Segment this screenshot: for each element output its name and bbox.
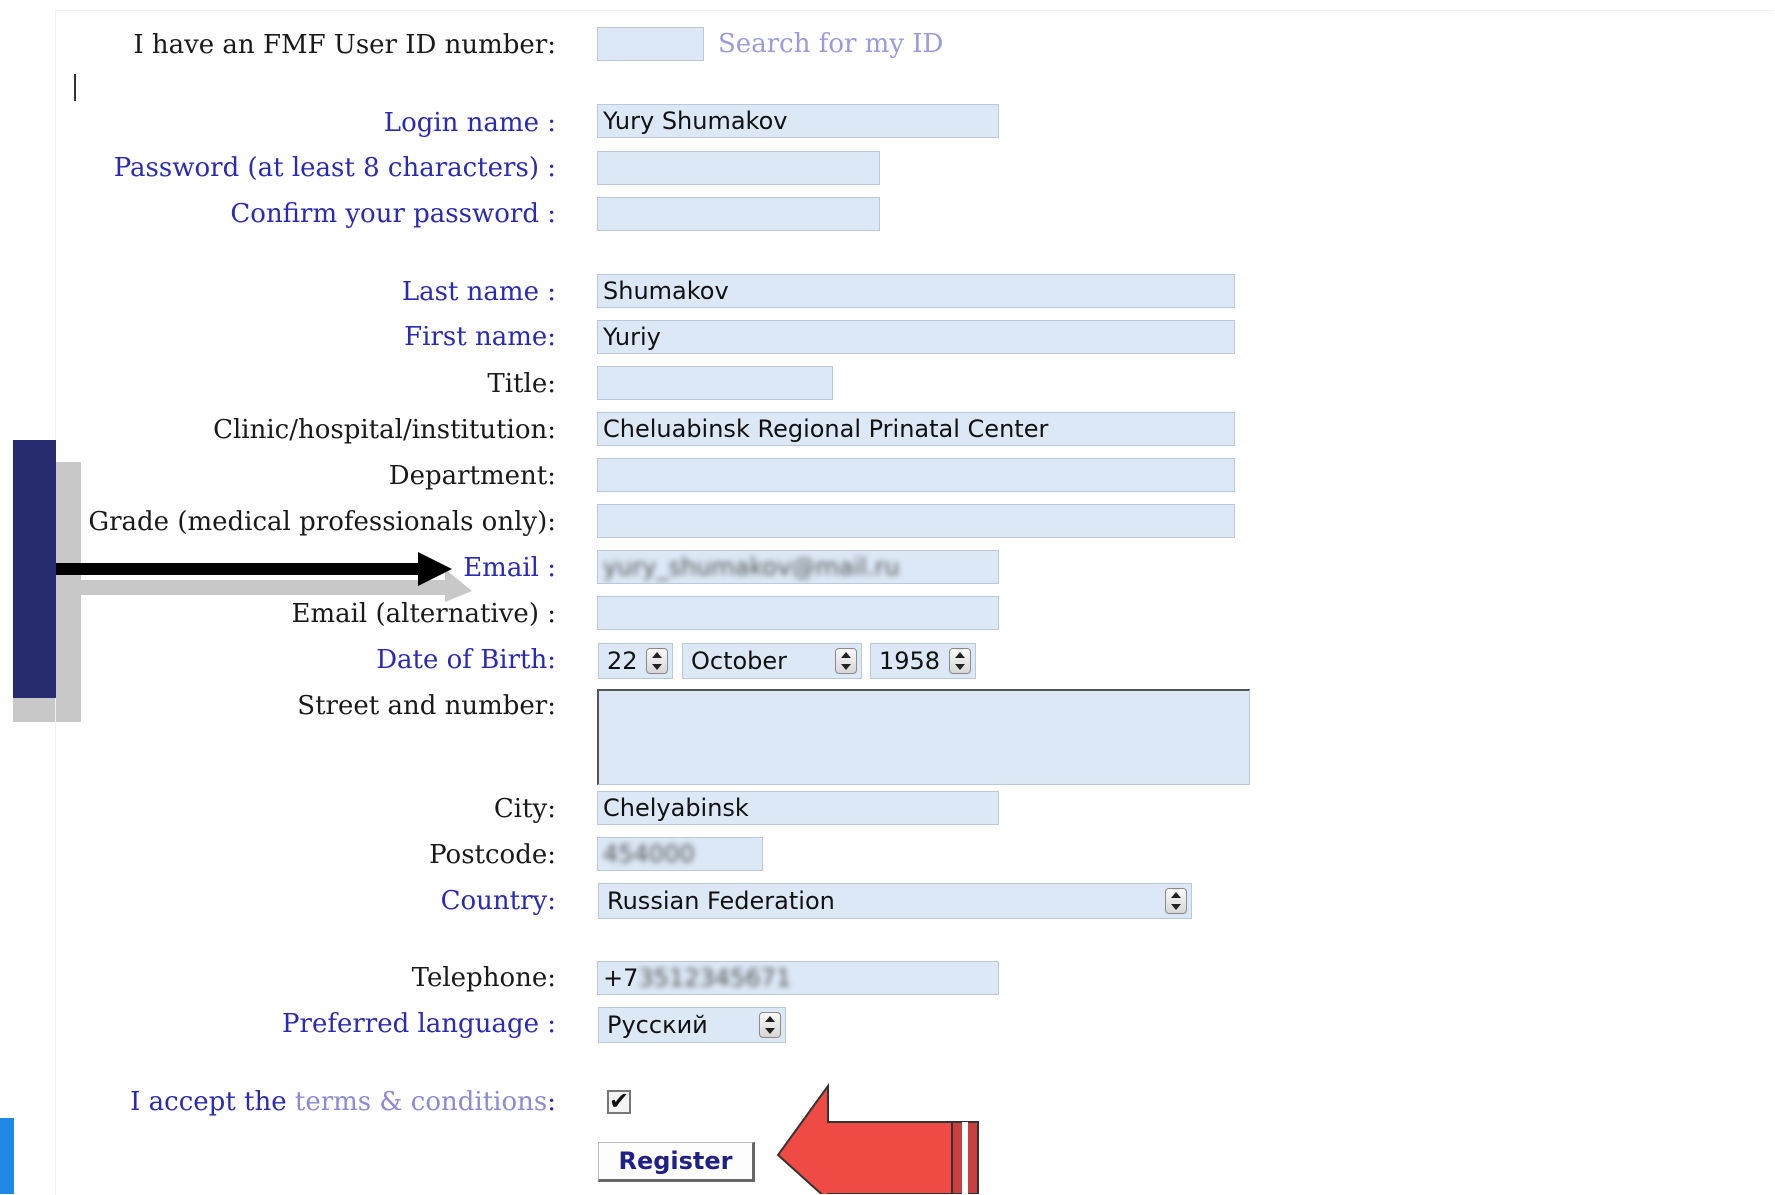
- department-label: Department:: [388, 461, 556, 491]
- street-label: Street and number:: [297, 691, 556, 721]
- last-name-label: Last name :: [401, 277, 556, 307]
- grade-label: Grade (medical professionals only):: [88, 507, 556, 537]
- telephone-label: Telephone:: [411, 963, 556, 993]
- city-input[interactable]: Chelyabinsk: [597, 791, 999, 825]
- dob-month-value: October: [691, 647, 788, 675]
- language-select[interactable]: Русский: [598, 1007, 786, 1043]
- accept-terms-checkbox[interactable]: ✔: [607, 1087, 631, 1115]
- text-cursor: [74, 74, 76, 101]
- email-value: yury_shumakov@mail.ru: [603, 553, 900, 581]
- title-input[interactable]: [597, 366, 833, 400]
- dob-day-value: 22: [607, 647, 638, 675]
- country-label: Country:: [440, 886, 556, 916]
- terms-suffix: :: [547, 1087, 556, 1117]
- password-input[interactable]: [597, 151, 880, 185]
- language-label: Preferred language :: [282, 1009, 556, 1039]
- login-name-label: Login name :: [383, 108, 556, 138]
- language-value: Русский: [607, 1011, 708, 1039]
- spin-arrows-icon: [646, 648, 668, 674]
- city-label: City:: [493, 794, 556, 824]
- email-label: Email :: [463, 553, 556, 583]
- postcode-input[interactable]: 454000: [597, 837, 763, 871]
- title-label: Title:: [487, 369, 556, 399]
- password-label: Password (at least 8 characters) :: [113, 153, 556, 183]
- email-alt-input[interactable]: [597, 596, 999, 630]
- clinic-input[interactable]: Cheluabinsk Regional Prinatal Center: [597, 412, 1235, 446]
- grade-input[interactable]: [597, 504, 1235, 538]
- decorative-navy-bar: [13, 440, 56, 698]
- country-value: Russian Federation: [607, 887, 835, 915]
- postcode-value: 454000: [603, 840, 695, 868]
- telephone-prefix: +7: [603, 964, 639, 992]
- dob-year-value: 1958: [879, 647, 941, 675]
- search-id-link[interactable]: Search for my ID: [718, 29, 943, 59]
- dob-month-select[interactable]: October: [682, 643, 862, 679]
- fmf-id-input[interactable]: [597, 27, 704, 61]
- spin-arrows-icon: [835, 648, 857, 674]
- email-alt-label: Email (alternative) :: [291, 599, 556, 629]
- email-input[interactable]: yury_shumakov@mail.ru: [597, 550, 999, 584]
- dob-day-select[interactable]: 22: [598, 643, 673, 679]
- first-name-label: First name:: [404, 322, 556, 352]
- telephone-rest: 3512345671: [638, 964, 792, 992]
- register-button[interactable]: Register: [598, 1142, 755, 1182]
- terms-link[interactable]: terms & conditions: [295, 1087, 547, 1117]
- department-input[interactable]: [597, 458, 1235, 492]
- telephone-input[interactable]: +73512345671: [597, 961, 999, 995]
- spin-arrows-icon: [1165, 888, 1187, 914]
- postcode-label: Postcode:: [429, 840, 556, 870]
- checkmark-icon: ✔: [609, 1087, 630, 1115]
- country-select[interactable]: Russian Federation: [598, 883, 1192, 919]
- first-name-input[interactable]: Yuriy: [597, 320, 1235, 354]
- terms-prefix: I accept the: [130, 1087, 287, 1117]
- last-name-input[interactable]: Shumakov: [597, 274, 1235, 308]
- decorative-blue-bar: [0, 1118, 14, 1194]
- spin-arrows-icon: [949, 648, 971, 674]
- login-name-input[interactable]: Yury Shumakov: [597, 104, 999, 138]
- spin-arrows-icon: [759, 1012, 781, 1038]
- confirm-password-label: Confirm your password :: [230, 199, 556, 229]
- terms-label: I accept the terms & conditions:: [130, 1087, 556, 1117]
- dob-year-select[interactable]: 1958: [870, 643, 976, 679]
- street-textarea[interactable]: [597, 689, 1250, 785]
- confirm-password-input[interactable]: [597, 197, 880, 231]
- fmf-id-label: I have an FMF User ID number:: [133, 30, 556, 60]
- clinic-label: Clinic/hospital/institution:: [213, 415, 556, 445]
- dob-label: Date of Birth:: [376, 645, 556, 675]
